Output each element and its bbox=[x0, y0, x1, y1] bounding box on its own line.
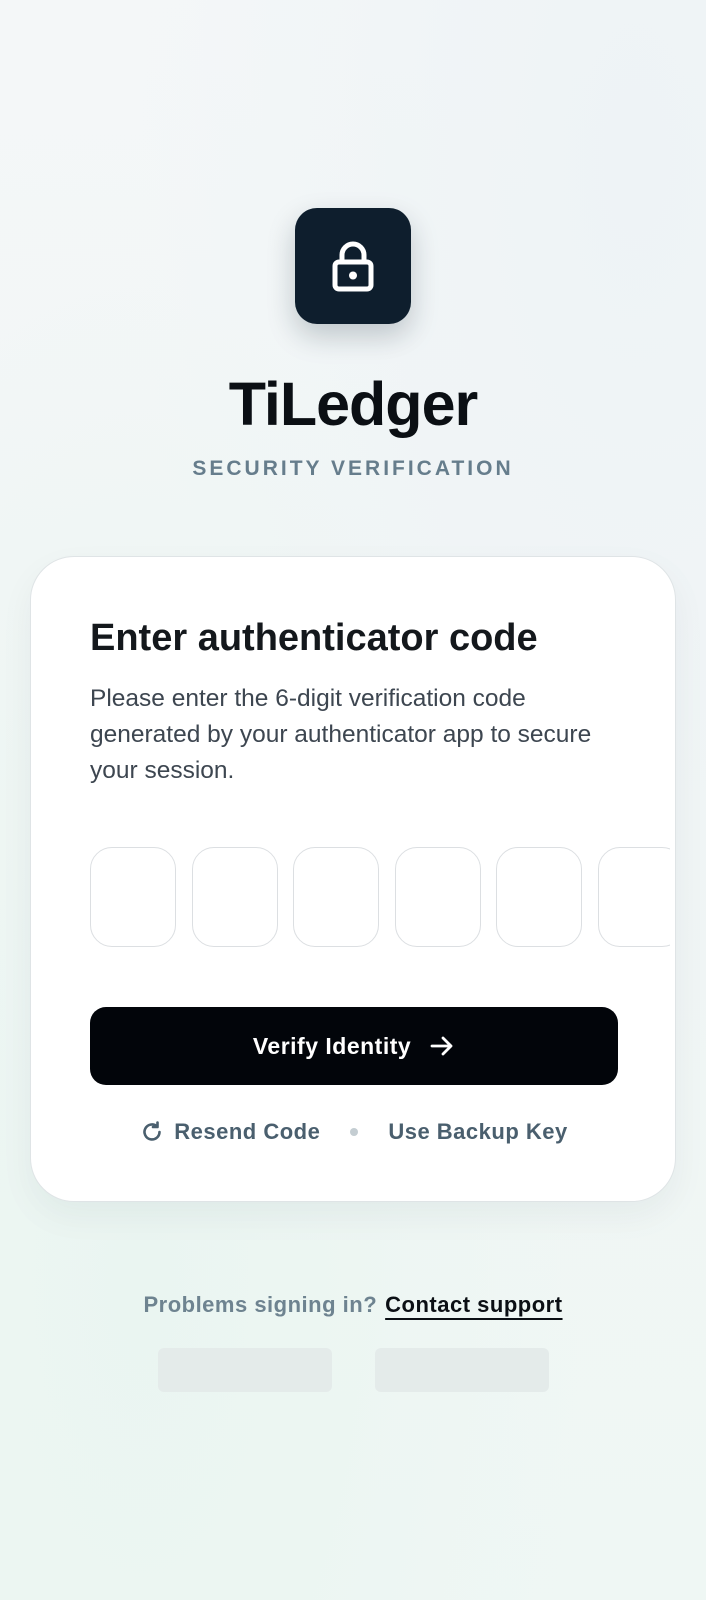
code-digit-3[interactable] bbox=[293, 847, 379, 947]
resend-code-link[interactable]: Resend Code bbox=[140, 1119, 320, 1145]
placeholder-pill-left bbox=[158, 1348, 332, 1392]
use-backup-key-link[interactable]: Use Backup Key bbox=[388, 1119, 567, 1145]
arrow-right-icon bbox=[429, 1033, 455, 1059]
placeholder-pill-right bbox=[375, 1348, 549, 1392]
code-digit-2[interactable] bbox=[191, 847, 278, 947]
brand-subtitle: SECURITY VERIFICATION bbox=[192, 457, 514, 480]
contact-support-link[interactable]: Contact support bbox=[385, 1292, 562, 1317]
code-digit-6[interactable] bbox=[597, 847, 670, 947]
help-text: Problems signing in? bbox=[143, 1292, 378, 1317]
resend-code-label: Resend Code bbox=[174, 1119, 321, 1144]
separator-dot bbox=[350, 1128, 359, 1136]
card-description: Please enter the 6-digit verification co… bbox=[90, 685, 592, 784]
refresh-icon bbox=[140, 1120, 174, 1144]
brand-logo bbox=[295, 208, 411, 324]
lock-icon bbox=[331, 240, 375, 292]
verify-identity-button[interactable]: Verify Identity bbox=[90, 1007, 618, 1085]
help-row: Problems signing in? Contact support bbox=[0, 1290, 706, 1320]
verify-button-label: Verify Identity bbox=[252, 1032, 412, 1059]
secondary-actions: Resend Code Use Backup Key bbox=[31, 1115, 677, 1149]
code-digit-5[interactable] bbox=[496, 847, 582, 947]
brand-title: TiLedger bbox=[228, 370, 478, 438]
code-digit-1[interactable] bbox=[90, 847, 176, 947]
card-heading: Enter authenticator code bbox=[90, 617, 538, 659]
code-input-row bbox=[90, 847, 670, 947]
verification-card: Enter authenticator code Please enter th… bbox=[30, 556, 676, 1202]
code-digit-4[interactable] bbox=[394, 847, 481, 947]
